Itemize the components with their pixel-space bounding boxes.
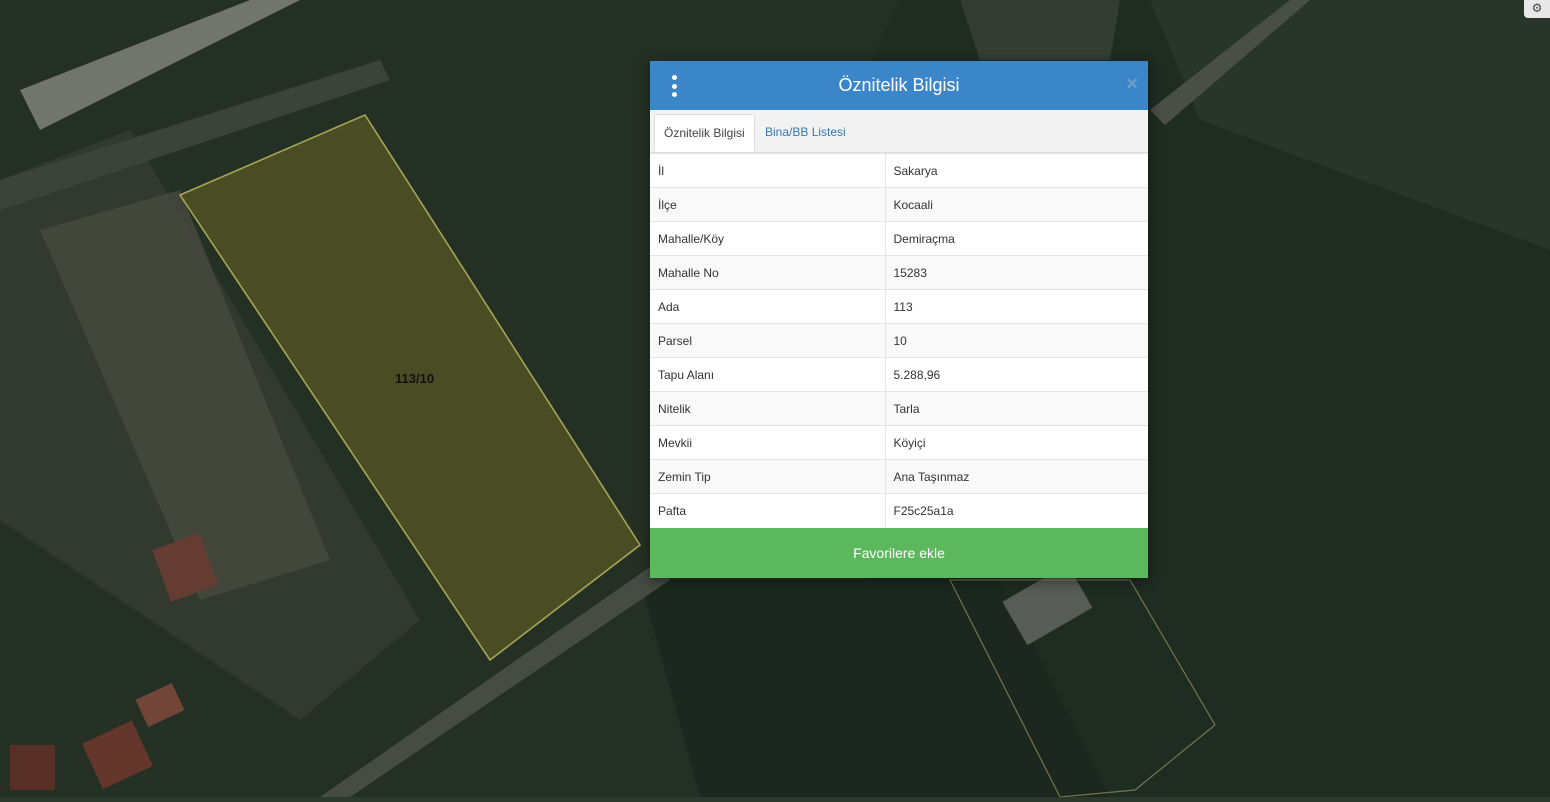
attribute-key: İlçe bbox=[650, 187, 886, 222]
attribute-value: Kocaali bbox=[885, 187, 1148, 222]
attribute-key: Mahalle/Köy bbox=[650, 221, 886, 256]
modal-tabs: Öznitelik Bilgisi Bina/BB Listesi bbox=[650, 110, 1148, 153]
attribute-value: Sakarya bbox=[885, 153, 1148, 188]
table-row: Pafta F25c25a1a bbox=[650, 493, 1148, 528]
attribute-info-modal: Öznitelik Bilgisi × Öznitelik Bilgisi Bi… bbox=[650, 61, 1148, 578]
table-row: Zemin Tip Ana Taşınmaz bbox=[650, 459, 1148, 494]
attribute-value: 5.288,96 bbox=[885, 357, 1148, 392]
attribute-key: Parsel bbox=[650, 323, 886, 358]
attribute-value: Demiraçma bbox=[885, 221, 1148, 256]
attribute-key: Mevkii bbox=[650, 425, 886, 460]
parcel-number-label: 113/10 bbox=[395, 371, 435, 386]
attribute-value: 15283 bbox=[885, 255, 1148, 290]
attribute-value: Köyiçi bbox=[885, 425, 1148, 460]
close-icon[interactable]: × bbox=[1126, 74, 1138, 94]
attribute-key: Zemin Tip bbox=[650, 459, 886, 494]
attribute-key: İl bbox=[650, 153, 886, 188]
attribute-key: Mahalle No bbox=[650, 255, 886, 290]
gear-icon[interactable]: ⚙ bbox=[1524, 0, 1550, 18]
tab-building-list[interactable]: Bina/BB Listesi bbox=[756, 114, 855, 152]
attribute-key: Tapu Alanı bbox=[650, 357, 886, 392]
attribute-table: İl Sakarya İlçe Kocaali Mahalle/Köy Demiraçma… bbox=[650, 153, 1148, 528]
attribute-value: 10 bbox=[885, 323, 1148, 358]
add-to-favorites-button[interactable]: Favorilere ekle bbox=[650, 527, 1148, 578]
table-row: Ada 113 bbox=[650, 289, 1148, 324]
attribute-key: Pafta bbox=[650, 493, 886, 528]
table-row: Mahalle No 15283 bbox=[650, 255, 1148, 290]
table-row: Tapu Alanı 5.288,96 bbox=[650, 357, 1148, 392]
table-row: Mevkii Köyiçi bbox=[650, 425, 1148, 460]
attribute-value: Tarla bbox=[885, 391, 1148, 426]
attribute-value: Ana Taşınmaz bbox=[885, 459, 1148, 494]
attribute-key: Nitelik bbox=[650, 391, 886, 426]
table-row: Mahalle/Köy Demiraçma bbox=[650, 221, 1148, 256]
table-row: İl Sakarya bbox=[650, 153, 1148, 188]
table-row: Nitelik Tarla bbox=[650, 391, 1148, 426]
attribute-value: 113 bbox=[885, 289, 1148, 324]
modal-title: Öznitelik Bilgisi bbox=[838, 75, 960, 95]
table-row: İlçe Kocaali bbox=[650, 187, 1148, 222]
table-row: Parsel 10 bbox=[650, 323, 1148, 358]
attribute-value: F25c25a1a bbox=[885, 493, 1148, 528]
modal-header: Öznitelik Bilgisi × bbox=[650, 61, 1148, 110]
attribute-key: Ada bbox=[650, 289, 886, 324]
tab-attribute-info[interactable]: Öznitelik Bilgisi bbox=[654, 114, 755, 152]
